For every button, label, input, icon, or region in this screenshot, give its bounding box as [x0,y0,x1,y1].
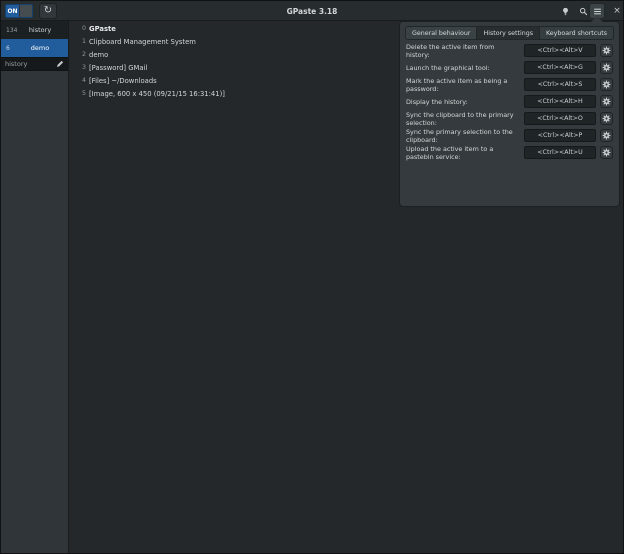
shortcut-row-mark-password: Mark the active item as being a password… [400,76,619,93]
header-bar: GPaste 3.18 ON ↻ [1,1,623,21]
tab-history-settings[interactable]: History settings [477,26,540,40]
shortcut-settings-button[interactable] [600,112,613,125]
close-icon: × [613,6,621,16]
shortcut-row-upload-pastebin: Upload the active item to a pastebin ser… [400,144,619,161]
settings-popover: General behaviour History settings Keybo… [399,21,620,207]
switch-knob [19,5,32,17]
about-button[interactable] [557,3,573,19]
sidebar-item-demo[interactable]: 6 demo [1,39,68,57]
popover-arrow [591,16,603,22]
shortcut-label: Delete the active item from history: [406,43,524,59]
hamburger-menu-icon [593,7,602,16]
gear-icon [602,80,611,89]
search-icon [579,7,588,16]
history-item-count: 6 [1,45,18,52]
history-item-name: demo [18,44,68,52]
item-text: Clipboard Management System [89,38,196,46]
shortcut-row-sync-clipboard-primary: Sync the clipboard to the primary select… [400,110,619,127]
histories-sidebar: 134 history 6 demo [1,21,69,553]
gear-icon [602,148,611,157]
shortcut-settings-button[interactable] [600,61,613,74]
shortcut-settings-button[interactable] [600,44,613,57]
refresh-button[interactable]: ↻ [39,3,57,19]
shortcut-row-delete-active: Delete the active item from history: [400,42,619,59]
shortcut-row-launch-tool: Launch the graphical tool: [400,59,619,76]
item-index: 2 [78,51,86,58]
shortcut-settings-button[interactable] [600,78,613,91]
edit-pencil-icon[interactable] [56,60,64,68]
item-index: 0 [78,25,86,32]
shortcut-value-input[interactable] [524,112,596,125]
shortcut-label: Mark the active item as being a password… [406,77,524,93]
shortcut-row-sync-primary-clipboard: Sync the primary selection to the clipbo… [400,127,619,144]
gear-icon [602,114,611,123]
tracking-on-switch[interactable]: ON [5,4,33,18]
shortcut-row-display-history: Display the history: [400,93,619,110]
item-text: [Files] ~/Downloads [89,77,157,85]
shortcut-value-input[interactable] [524,129,596,142]
item-text: demo [89,51,108,59]
item-text: [Password] GMail [89,64,147,72]
shortcut-label: Display the history: [406,98,524,106]
shortcut-settings-button[interactable] [600,129,613,142]
history-item-name: history [18,26,68,34]
item-index: 1 [78,38,86,45]
shortcut-label: Sync the primary selection to the clipbo… [406,128,524,144]
gear-icon [602,97,611,106]
shortcut-value-input[interactable] [524,44,596,57]
shortcut-value-input[interactable] [524,78,596,91]
item-index: 4 [78,77,86,84]
item-index: 3 [78,64,86,71]
history-name-input[interactable] [5,60,56,68]
shortcut-label: Upload the active item to a pastebin ser… [406,145,524,161]
gpaste-window: GPaste 3.18 ON ↻ [0,0,624,554]
settings-tabs: General behaviour History settings Keybo… [400,26,619,40]
shortcut-label: Sync the clipboard to the primary select… [406,111,524,127]
shortcut-value-input[interactable] [524,95,596,108]
shortcut-value-input[interactable] [524,61,596,74]
history-item-count: 134 [1,27,18,34]
gear-icon [602,131,611,140]
tab-general-behaviour[interactable]: General behaviour [405,26,477,40]
switch-on-label: ON [6,5,19,17]
refresh-icon: ↻ [44,6,52,16]
gear-icon [602,63,611,72]
item-index: 5 [78,90,86,97]
sidebar-item-history[interactable]: 134 history [1,21,68,39]
keyboard-shortcuts-panel: Delete the active item from history: [400,42,619,161]
window-title: GPaste 3.18 [1,1,623,21]
shortcut-settings-button[interactable] [600,95,613,108]
gear-icon [602,46,611,55]
lightbulb-icon [561,7,570,16]
tab-keyboard-shortcuts[interactable]: Keyboard shortcuts [540,26,614,40]
window-close-button[interactable]: × [609,3,624,19]
item-text: GPaste [89,25,116,33]
shortcut-label: Launch the graphical tool: [406,64,524,72]
shortcut-value-input[interactable] [524,146,596,159]
item-text: [Image, 600 x 450 (09/21/15 16:31:41)] [89,90,225,98]
history-name-entry-row [1,57,68,71]
shortcut-settings-button[interactable] [600,146,613,159]
